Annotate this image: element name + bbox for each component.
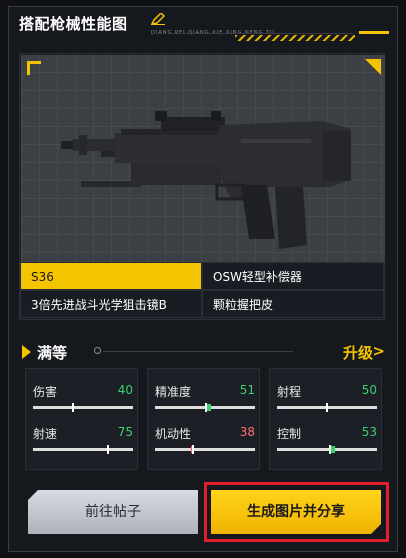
- stat-value: 40: [117, 383, 133, 397]
- stat-value: 53: [361, 425, 377, 439]
- header-stripes: [235, 35, 355, 41]
- dot-icon: [94, 347, 101, 354]
- stats-box-1: 伤害 40 射速 75: [25, 368, 138, 470]
- attachment-slot-compensator[interactable]: OSW轻型补偿器: [202, 262, 384, 290]
- stat-value: 50: [361, 383, 377, 397]
- stat-marker: [205, 403, 207, 412]
- stat-value: 51: [239, 383, 255, 397]
- chevron-right-icon[interactable]: >: [372, 342, 385, 360]
- stat-marker: [326, 403, 328, 412]
- weapon-card: S36 OSW轻型补偿器 3倍先进战斗光学狙击镜B 颗粒握把皮: [19, 53, 385, 320]
- attachment-slot-scope[interactable]: 3倍先进战斗光学狙击镜B: [20, 290, 202, 318]
- stat-value: 75: [117, 425, 133, 439]
- attachment-label: OSW轻型补偿器: [213, 270, 302, 284]
- stat-marker: [107, 445, 109, 454]
- stat-mobility: 机动性 38: [155, 425, 255, 465]
- panel-header: 搭配枪械性能图 DIANG PEI QIANG XIE XING NENG TU: [9, 7, 397, 43]
- weapon-preview: [21, 55, 385, 263]
- attachment-label: 颗粒握把皮: [213, 298, 274, 312]
- stat-fire-rate: 射速 75: [33, 425, 133, 465]
- attachment-label: 3倍先进战斗光学狙击镜B: [31, 298, 167, 312]
- stat-accuracy: 精准度 51: [155, 383, 255, 423]
- corner-accent-tr: [365, 59, 381, 75]
- rifle-image: [61, 111, 351, 249]
- stat-damage: 伤害 40: [33, 383, 133, 423]
- stat-name: 机动性: [155, 427, 192, 441]
- stat-track: [33, 448, 133, 451]
- stats-box-2: 精准度 51 机动性 38: [147, 368, 260, 470]
- stat-track: [33, 406, 133, 409]
- stat-track: [155, 448, 255, 451]
- stat-track: [277, 448, 377, 451]
- header-corner-accent: [359, 31, 389, 34]
- attachment-label: S36: [31, 270, 54, 284]
- attachment-slot-grip[interactable]: 颗粒握把皮: [202, 290, 384, 318]
- stat-marker: [329, 445, 331, 454]
- stat-marker: [192, 445, 194, 454]
- level-divider: [103, 351, 293, 352]
- highlight-frame: [204, 482, 389, 542]
- stats-box-3: 射程 50 控制 53: [269, 368, 382, 470]
- level-label: 满等: [37, 344, 68, 362]
- edit-icon: [151, 13, 165, 25]
- stat-name: 射速: [33, 427, 58, 441]
- stat-name: 精准度: [155, 385, 192, 399]
- stat-control: 控制 53: [277, 425, 377, 465]
- goto-post-button[interactable]: 前往帖子: [28, 490, 198, 534]
- selected-marker-icon: [27, 262, 39, 263]
- header-divider: [169, 33, 353, 34]
- stat-value: 38: [239, 425, 255, 439]
- stat-marker: [72, 403, 74, 412]
- attachment-grid: S36 OSW轻型补偿器 3倍先进战斗光学狙击镜B 颗粒握把皮: [20, 262, 384, 318]
- stat-name: 伤害: [33, 385, 58, 399]
- triangle-marker-icon: [22, 345, 31, 359]
- stat-range: 射程 50: [277, 383, 377, 423]
- level-row: 满等 升级 >: [19, 340, 385, 364]
- corner-accent-tl: [27, 61, 41, 75]
- page-title: 搭配枪械性能图: [19, 15, 128, 33]
- stat-name: 控制: [277, 427, 302, 441]
- attachment-slot-muzzle[interactable]: S36: [20, 262, 202, 290]
- stat-name: 射程: [277, 385, 302, 399]
- upgrade-button[interactable]: 升级: [343, 342, 373, 363]
